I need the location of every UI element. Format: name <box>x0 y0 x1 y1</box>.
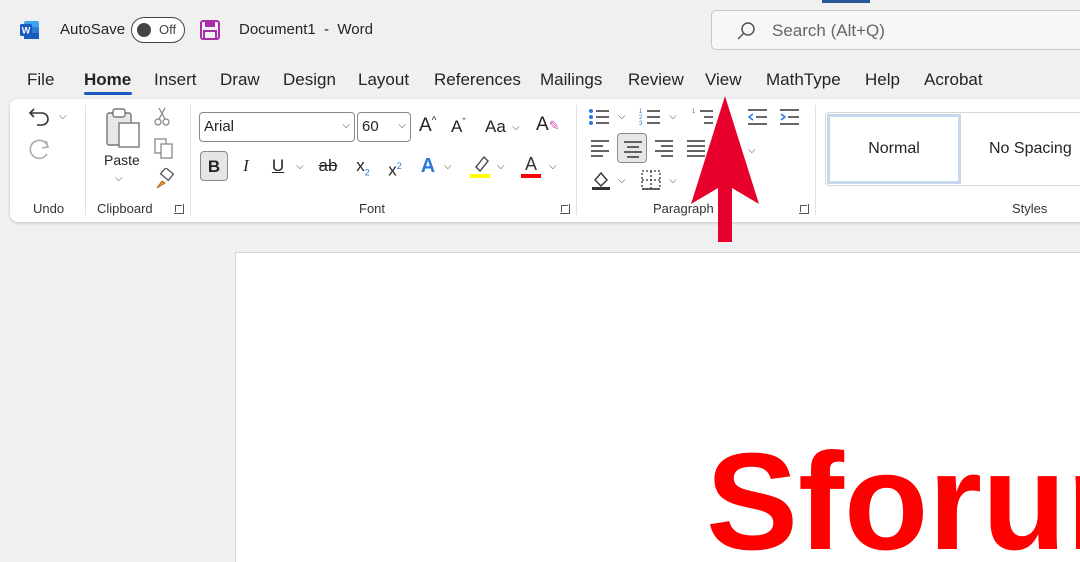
group-separator <box>815 105 816 215</box>
title-accent-line <box>822 0 870 3</box>
menu-bar: File Home Insert Draw Design Layout Refe… <box>0 62 1080 98</box>
tab-view[interactable]: View <box>705 70 742 90</box>
paste-dropdown-icon[interactable]: ⌵ <box>115 173 123 184</box>
tab-review[interactable]: Review <box>628 70 684 90</box>
numbering-icon[interactable]: 123 <box>639 107 661 127</box>
format-painter-icon[interactable] <box>153 168 175 190</box>
highlight-icon[interactable] <box>468 153 492 179</box>
autosave-state: Off <box>159 22 177 37</box>
align-left-icon[interactable] <box>590 139 610 157</box>
tab-help[interactable]: Help <box>865 70 900 90</box>
bold-button[interactable]: B <box>200 151 228 181</box>
paste-label[interactable]: Paste <box>104 152 140 168</box>
highlight-dropdown-icon[interactable]: ⌵ <box>497 161 505 172</box>
document-text[interactable]: Sforum <box>706 433 1080 562</box>
italic-button[interactable]: I <box>236 151 256 181</box>
tab-draw[interactable]: Draw <box>220 70 260 90</box>
font-launcher-icon[interactable] <box>560 204 570 214</box>
active-tab-indicator <box>84 92 132 95</box>
group-separator <box>190 105 191 215</box>
document-page[interactable]: Sforum <box>235 252 1080 562</box>
clear-formatting-icon[interactable]: A✎ <box>536 114 560 136</box>
underline-dropdown-icon[interactable]: ⌵ <box>296 161 304 172</box>
underline-button[interactable]: U <box>268 151 288 181</box>
tab-home[interactable]: Home <box>84 70 131 90</box>
tab-insert[interactable]: Insert <box>154 70 197 90</box>
tab-design[interactable]: Design <box>283 70 336 90</box>
style-no-spacing[interactable]: No Spacing <box>989 114 1080 184</box>
font-name-dropdown-icon: ⌵ <box>342 120 350 131</box>
tab-references[interactable]: References <box>434 70 521 90</box>
tab-mailings[interactable]: Mailings <box>540 70 602 90</box>
group-label-font: Font <box>359 201 386 216</box>
grow-font-icon[interactable]: A^ <box>419 115 436 137</box>
text-effects-icon[interactable]: A <box>415 151 441 181</box>
shading-icon[interactable] <box>590 169 612 191</box>
align-center-icon <box>624 141 642 158</box>
subscript-mark: 2 <box>364 167 370 178</box>
borders-dropdown-icon[interactable]: ⌵ <box>669 175 677 186</box>
borders-icon[interactable] <box>640 169 662 191</box>
strikethrough-button[interactable]: ab <box>316 151 340 181</box>
autosave-label: AutoSave <box>60 21 126 38</box>
autosave-toggle[interactable]: Off <box>131 17 185 43</box>
tab-acrobat[interactable]: Acrobat <box>924 70 983 90</box>
superscript-button[interactable]: x2 <box>386 151 404 181</box>
text-effects-dropdown-icon[interactable]: ⌵ <box>444 161 452 172</box>
svg-text:A: A <box>525 154 537 174</box>
bullets-icon[interactable] <box>588 107 610 127</box>
cut-icon[interactable] <box>153 107 171 127</box>
word-logo-icon: W <box>20 21 39 39</box>
font-color-dropdown-icon[interactable]: ⌵ <box>549 161 557 172</box>
group-separator <box>85 105 86 215</box>
paragraph-launcher-icon[interactable] <box>799 204 809 214</box>
shrink-font-icon[interactable]: Aˇ <box>451 117 466 137</box>
copy-icon[interactable] <box>153 137 175 159</box>
group-label-undo: Undo <box>33 201 65 216</box>
svg-text:W: W <box>22 26 31 36</box>
tab-mathtype[interactable]: MathType <box>766 70 841 90</box>
numbering-dropdown-icon[interactable]: ⌵ <box>669 111 677 122</box>
undo-icon[interactable] <box>28 105 52 127</box>
tab-layout[interactable]: Layout <box>358 70 409 90</box>
redo-icon[interactable] <box>28 137 52 161</box>
increase-indent-icon[interactable] <box>778 107 800 127</box>
search-icon <box>737 22 755 40</box>
font-size-select[interactable]: 60 ⌵ <box>357 112 411 142</box>
group-label-styles: Styles <box>1012 201 1048 216</box>
superscript-mark: 2 <box>396 161 402 171</box>
group-separator <box>576 105 577 215</box>
toggle-knob <box>137 23 151 37</box>
clipboard-launcher-icon[interactable] <box>174 204 184 214</box>
font-size-dropdown-icon: ⌵ <box>398 120 406 131</box>
ribbon: ⌵ Undo Paste ⌵ Clipboard Arial ⌵ 60 ⌵ A^… <box>10 99 1080 222</box>
search-box[interactable]: Search (Alt+Q) <box>711 10 1080 50</box>
change-case-button[interactable]: Aa <box>485 117 506 137</box>
font-size-value: 60 <box>362 118 379 135</box>
subscript-letter: x <box>356 156 365 175</box>
subscript-button[interactable]: x2 <box>354 151 372 181</box>
svg-text:3: 3 <box>639 121 643 127</box>
title-bar: W AutoSave Off Document1 - Word Search (… <box>0 0 1080 60</box>
font-color-icon[interactable]: A <box>519 153 543 179</box>
group-label-clipboard: Clipboard <box>97 201 153 216</box>
font-name-select[interactable]: Arial ⌵ <box>199 112 355 142</box>
search-placeholder: Search (Alt+Q) <box>772 21 885 40</box>
paste-icon[interactable] <box>103 107 143 151</box>
superscript-letter: x <box>388 160 397 180</box>
shading-dropdown-icon[interactable]: ⌵ <box>618 175 626 186</box>
align-center-button[interactable] <box>617 133 647 163</box>
change-case-dropdown-icon[interactable]: ⌵ <box>512 122 520 133</box>
bullets-dropdown-icon[interactable]: ⌵ <box>618 111 626 122</box>
document-title: Document1 - Word <box>239 21 373 38</box>
font-name-value: Arial <box>204 118 235 135</box>
annotation-arrow-icon <box>691 96 759 242</box>
align-right-icon[interactable] <box>654 139 674 157</box>
style-normal[interactable]: Normal <box>827 114 961 184</box>
save-icon[interactable] <box>199 19 221 41</box>
tab-file[interactable]: File <box>27 70 54 90</box>
undo-dropdown-icon[interactable]: ⌵ <box>59 111 67 122</box>
